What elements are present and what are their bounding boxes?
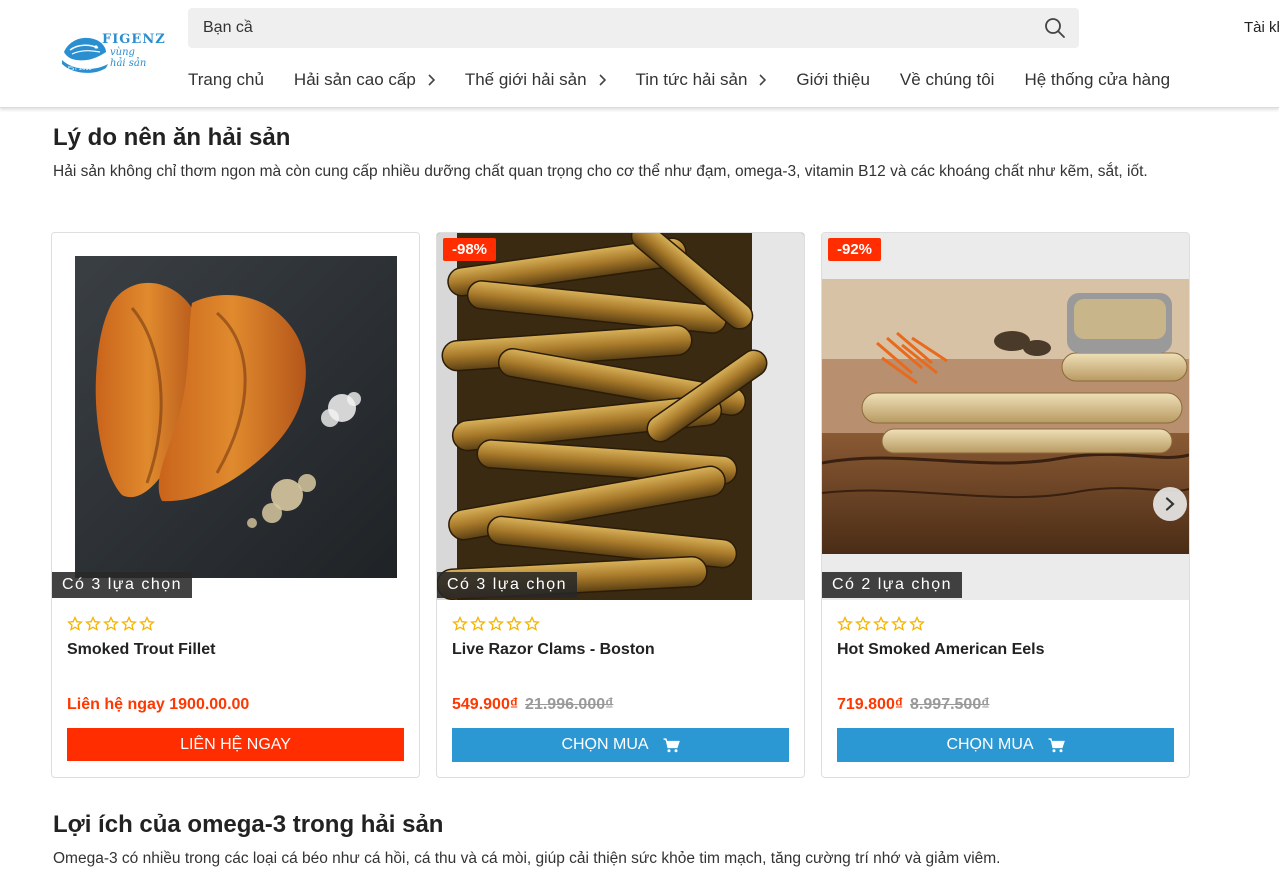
section-title: Lợi ích của omega-3 trong hải sản: [53, 811, 444, 838]
nav-item-premium-seafood[interactable]: Hải sản cao cấp: [294, 68, 435, 92]
search-button[interactable]: [1043, 16, 1067, 40]
options-badge: Có 2 lựa chọn: [822, 572, 963, 598]
nav-item-label: Về chúng tôi: [899, 70, 995, 89]
product-image[interactable]: [437, 233, 804, 600]
cart-icon: [1048, 737, 1065, 752]
smoked-eels-photo: [822, 233, 1189, 600]
site-header: EST 2018 FIGENZ vùng hải sản Tài khoản T…: [0, 0, 1279, 108]
chevron-right-icon: [1165, 497, 1175, 511]
star-outline-icon: [855, 616, 871, 631]
search-input[interactable]: [188, 8, 1028, 48]
nav-item-label: Trang chủ: [188, 70, 264, 89]
star-outline-icon: [506, 616, 522, 631]
star-outline-icon: [524, 616, 540, 631]
nav-item-label: Tin tức hải sản: [635, 70, 748, 89]
discount-badge: -98%: [443, 238, 497, 261]
nav-item-store-system[interactable]: Hệ thống cửa hàng: [1024, 68, 1170, 92]
nav-item-label: Thế giới hải sản: [464, 70, 587, 89]
section-title: Lý do nên ăn hải sản: [53, 124, 291, 151]
product-price-group: 549.900₫ 21.996.000₫: [452, 696, 613, 714]
search-icon: [1045, 18, 1065, 38]
options-badge: Có 3 lựa chọn: [437, 572, 578, 598]
section-description: Hải sản không chỉ thơm ngon mà còn cung …: [53, 163, 1148, 180]
button-label: CHỌN MUA: [561, 736, 649, 753]
section-description: Omega-3 có nhiều trong các loại cá béo n…: [53, 850, 1001, 867]
product-name[interactable]: Hot Smoked American Eels: [837, 641, 1044, 659]
product-name[interactable]: Smoked Trout Fillet: [67, 641, 215, 659]
product-card[interactable]: -98% Có 3 lựa chọn Live Razor Clams - Bo…: [436, 232, 805, 778]
nav-item-seafood-news[interactable]: Tin tức hải sản: [636, 68, 767, 92]
main-nav: Trang chủ Hải sản cao cấp Thế giới hải s…: [188, 68, 1170, 92]
product-image[interactable]: [52, 233, 419, 600]
nav-item-label: Hệ thống cửa hàng: [1024, 70, 1171, 89]
nav-item-label: Giới thiệu: [796, 70, 870, 89]
account-link[interactable]: Tài khoản: [1244, 19, 1279, 36]
star-outline-icon: [67, 616, 83, 631]
logo-tagline-line2: hải sản: [110, 58, 147, 69]
product-card[interactable]: -92% Có 2 lựa chọn Hot Smoked American E…: [821, 232, 1190, 778]
cart-icon: [663, 737, 680, 752]
discount-badge: -92%: [828, 238, 882, 261]
button-label: CHỌN MUA: [946, 736, 1034, 753]
contact-now-button[interactable]: LIÊN HỆ NGAY: [67, 728, 404, 761]
star-outline-icon: [121, 616, 137, 631]
product-price-group: 719.800₫ 8.997.500₫: [837, 696, 989, 714]
star-rating: [452, 616, 540, 632]
nav-item-introduction[interactable]: Giới thiệu: [796, 68, 870, 92]
options-badge: Có 3 lựa chọn: [52, 572, 193, 598]
logo-tagline: vùng hải sản: [110, 47, 146, 69]
buy-button[interactable]: CHỌN MUA: [452, 728, 789, 762]
image-next-button[interactable]: [1153, 487, 1187, 521]
product-image[interactable]: [822, 233, 1189, 600]
star-rating: [67, 616, 155, 632]
buy-button[interactable]: CHỌN MUA: [837, 728, 1174, 762]
nav-item-seafood-world[interactable]: Thế giới hải sản: [465, 68, 606, 92]
star-outline-icon: [103, 616, 119, 631]
nav-item-about-us[interactable]: Về chúng tôi: [900, 68, 995, 92]
chevron-right-icon: [759, 74, 767, 86]
product-name[interactable]: Live Razor Clams - Boston: [452, 641, 655, 659]
star-outline-icon: [837, 616, 853, 631]
search-bar: [188, 8, 1079, 48]
product-price: 549.900₫: [452, 696, 519, 713]
star-outline-icon: [139, 616, 155, 631]
star-outline-icon: [488, 616, 504, 631]
product-card[interactable]: Có 3 lựa chọn Smoked Trout Fillet Liên h…: [51, 232, 420, 778]
chevron-right-icon: [598, 74, 606, 86]
star-outline-icon: [85, 616, 101, 631]
nav-item-home[interactable]: Trang chủ: [188, 68, 264, 92]
logo-brand-text: FIGENZ: [102, 32, 166, 47]
site-logo[interactable]: EST 2018 FIGENZ vùng hải sản: [60, 30, 168, 76]
nav-item-label: Hải sản cao cấp: [293, 70, 416, 89]
product-old-price: 8.997.500₫: [910, 696, 990, 713]
product-old-price: 21.996.000₫: [525, 696, 614, 713]
star-rating: [837, 616, 925, 632]
star-outline-icon: [909, 616, 925, 631]
chevron-right-icon: [428, 74, 435, 86]
svg-text:EST 2018: EST 2018: [68, 66, 92, 72]
product-price: 719.800₫: [837, 696, 904, 713]
logo-tagline-line1: vùng: [110, 47, 135, 58]
button-label: LIÊN HỆ NGAY: [180, 735, 291, 753]
razor-clams-photo: [437, 233, 804, 600]
star-outline-icon: [470, 616, 486, 631]
star-outline-icon: [891, 616, 907, 631]
star-outline-icon: [873, 616, 889, 631]
smoked-trout-fillet-photo: [52, 233, 419, 600]
star-outline-icon: [452, 616, 468, 631]
product-price: Liên hệ ngay 1900.00.00: [67, 696, 250, 713]
